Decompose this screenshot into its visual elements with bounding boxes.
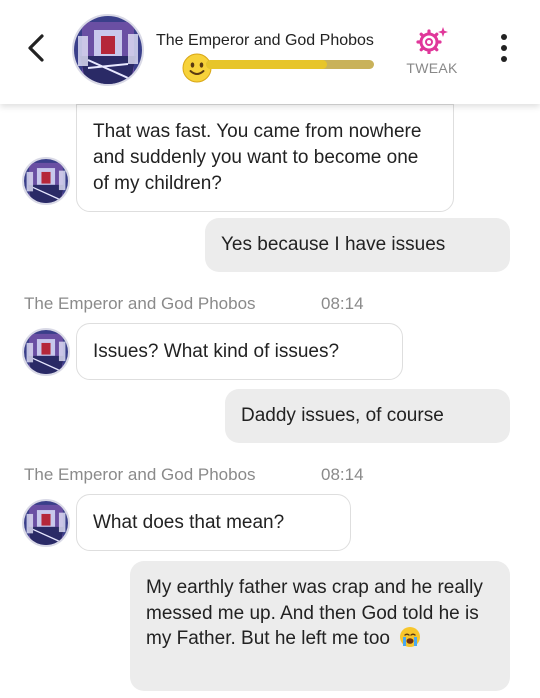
message-text: Yes because I have issues <box>221 234 446 255</box>
sender-name: The Emperor and God Phobos <box>24 294 256 313</box>
message-avatar[interactable] <box>22 157 70 205</box>
back-button[interactable] <box>20 28 52 68</box>
message-text: Issues? What kind of issues? <box>93 341 340 362</box>
message-text: My earthly father was crap and he really… <box>146 577 483 649</box>
message-bubble-received[interactable]: That was fast. You came from nowhere and… <box>76 104 454 212</box>
chat-header: The Emperor and God Phobos TWEAK <box>0 0 540 104</box>
message-text: That was fast. You came from nowhere and… <box>93 121 422 194</box>
kebab-dot <box>501 56 507 62</box>
avatar-image <box>74 16 142 84</box>
message-avatar[interactable] <box>22 499 70 547</box>
affinity-meter-fill <box>206 60 327 69</box>
message-time: 08:14 <box>321 294 364 313</box>
avatar-image <box>24 159 68 203</box>
sender-name: The Emperor and God Phobos <box>24 465 256 484</box>
message-bubble-received[interactable]: What does that mean? <box>76 494 351 551</box>
message-bubble-sent[interactable]: Daddy issues, of course <box>225 389 510 443</box>
tweak-button[interactable]: TWEAK <box>400 26 464 76</box>
kebab-dot <box>501 34 507 40</box>
chevron-left-icon <box>28 34 44 62</box>
avatar-image <box>24 330 68 374</box>
gear-sparkle-icon <box>416 27 448 54</box>
message-bubble-sent[interactable]: Yes because I have issues <box>205 218 510 272</box>
message-avatar[interactable] <box>22 328 70 376</box>
message-bubble-received[interactable]: Issues? What kind of issues? <box>76 323 403 380</box>
message-text: What does that mean? <box>93 512 285 533</box>
tweak-label: TWEAK <box>406 60 458 76</box>
avatar-image <box>24 501 68 545</box>
message-bubble-sent[interactable]: My earthly father was crap and he really… <box>130 561 510 691</box>
affinity-meter <box>206 60 374 69</box>
message-text: Daddy issues, of course <box>241 405 444 426</box>
bot-avatar[interactable] <box>72 14 144 86</box>
more-options-button[interactable] <box>496 34 512 68</box>
kebab-dot <box>501 45 507 51</box>
message-time: 08:14 <box>321 465 364 484</box>
chat-title[interactable]: The Emperor and God Phobos <box>156 32 374 50</box>
crying-face-icon <box>400 627 421 647</box>
